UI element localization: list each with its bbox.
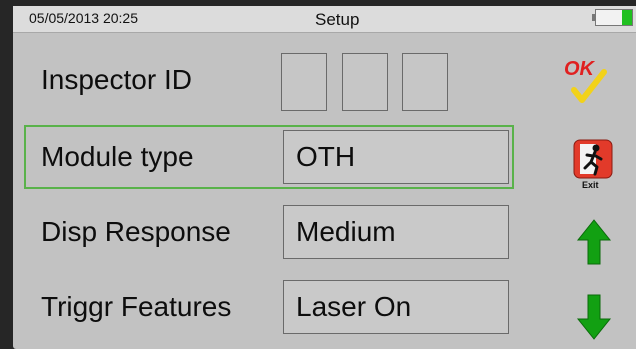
disp-response-field[interactable]: Medium bbox=[283, 205, 509, 259]
exit-running-man-icon bbox=[573, 139, 613, 179]
page-title: Setup bbox=[315, 10, 360, 29]
ok-button[interactable]: OK bbox=[564, 58, 614, 108]
arrow-up-icon bbox=[576, 219, 612, 265]
inspector-id-digit-3[interactable] bbox=[402, 53, 448, 111]
battery-tip bbox=[592, 14, 595, 21]
status-bar: 05/05/2013 20:25 Setup bbox=[13, 6, 636, 33]
datetime-display: 05/05/2013 20:25 bbox=[29, 10, 138, 26]
scroll-down-button[interactable] bbox=[576, 291, 612, 343]
ok-checkmark-icon bbox=[571, 69, 607, 103]
scroll-up-button[interactable] bbox=[576, 218, 612, 268]
arrow-down-icon bbox=[576, 294, 612, 340]
battery-icon bbox=[592, 9, 633, 26]
module-type-field[interactable]: OTH bbox=[283, 130, 509, 184]
triggr-features-label: Triggr Features bbox=[41, 291, 232, 322]
exit-button[interactable]: Exit bbox=[570, 136, 616, 196]
module-type-label: Module type bbox=[41, 141, 194, 172]
exit-label: Exit bbox=[582, 180, 599, 190]
inspector-id-digit-1[interactable] bbox=[281, 53, 327, 111]
battery-level bbox=[622, 10, 632, 25]
inspector-id-digit-2[interactable] bbox=[342, 53, 388, 111]
setup-screen: 05/05/2013 20:25 Setup Inspector ID Modu… bbox=[13, 6, 636, 349]
triggr-features-field[interactable]: Laser On bbox=[283, 280, 509, 334]
inspector-id-label: Inspector ID bbox=[41, 64, 192, 95]
device-frame: 05/05/2013 20:25 Setup Inspector ID Modu… bbox=[0, 0, 636, 349]
disp-response-label: Disp Response bbox=[41, 216, 231, 247]
